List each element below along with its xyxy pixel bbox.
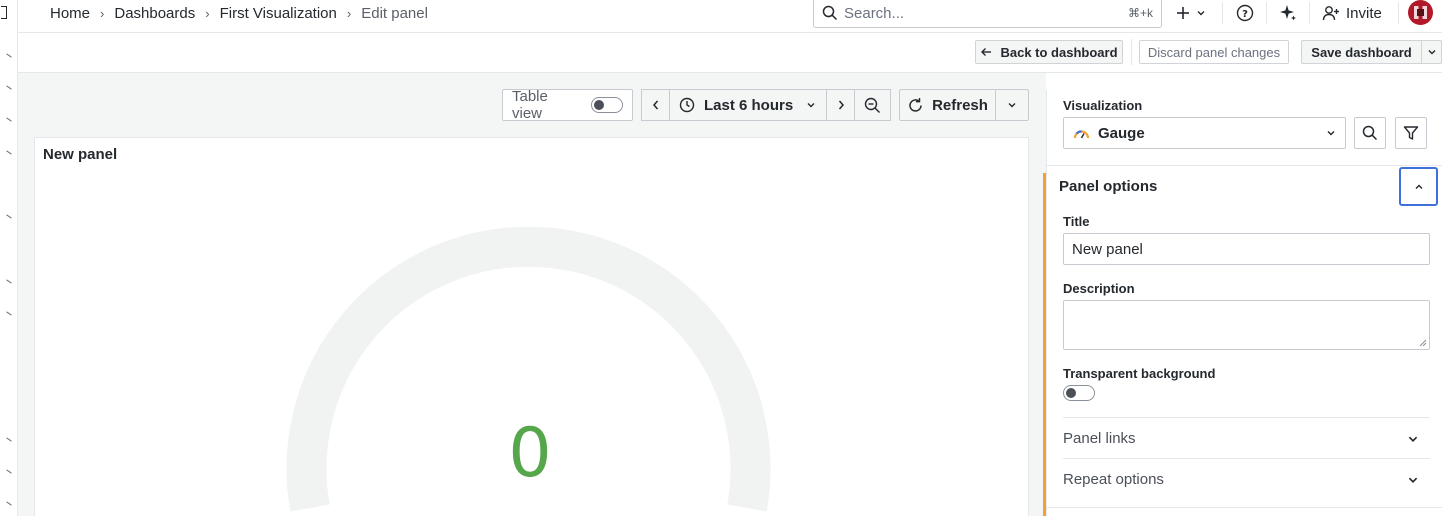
zoom-out-button[interactable]: [854, 89, 891, 121]
left-nav-rail: [0, 0, 18, 516]
time-range-picker[interactable]: Last 6 hours: [669, 89, 827, 121]
breadcrumb-separator-icon: ›: [100, 5, 105, 21]
time-shift-forward-button[interactable]: [826, 89, 855, 121]
nav-chevron-icon[interactable]: [6, 469, 12, 474]
options-pane: Visualization Gauge Panel options Title …: [1043, 90, 1442, 516]
breadcrumb-separator-icon: ›: [346, 5, 352, 21]
nav-chevron-icon[interactable]: [6, 501, 12, 506]
refresh-interval-dropdown[interactable]: [995, 89, 1029, 121]
plus-icon: [1177, 7, 1189, 19]
visualization-picker[interactable]: Gauge: [1063, 117, 1346, 149]
table-view-toggle[interactable]: Table view: [502, 88, 633, 122]
chevron-down-icon: [1428, 50, 1435, 55]
section-accent-bar: [1043, 173, 1046, 516]
transparent-background-switch[interactable]: [1063, 385, 1095, 401]
breadcrumb-separator-icon: ›: [205, 5, 210, 21]
nav-chevron-icon[interactable]: [6, 311, 12, 316]
visualization-value: Gauge: [1098, 124, 1145, 142]
nav-chevron-icon[interactable]: [6, 150, 12, 155]
chevron-down-icon: [1008, 103, 1016, 108]
breadcrumb-current: Edit panel: [361, 4, 428, 22]
panel-links-section[interactable]: Panel links: [1063, 430, 1136, 447]
discard-panel-changes-button[interactable]: Discard panel changes: [1139, 40, 1289, 64]
assistant-button[interactable]: [1278, 0, 1298, 26]
nav-chevron-icon[interactable]: [6, 53, 12, 58]
chevron-left-icon: [652, 100, 658, 110]
refresh-button[interactable]: Refresh: [899, 89, 996, 121]
edit-panel-toolbar: Back to dashboard Discard panel changes …: [18, 33, 1442, 73]
chevron-down-icon[interactable]: [1407, 433, 1419, 445]
chevron-down-icon: [807, 103, 815, 108]
chevron-right-icon: [838, 100, 844, 110]
gauge-value: 0: [508, 414, 552, 493]
help-icon: ?: [1236, 4, 1254, 22]
chevron-up-icon: [1415, 184, 1422, 189]
table-view-label: Table view: [512, 88, 548, 122]
nav-chevron-icon[interactable]: [6, 279, 12, 284]
panel-editor-area: Table view Last 6 hours Refresh New pane…: [18, 73, 1046, 516]
chevron-down-icon: [1197, 11, 1205, 16]
svg-text:?: ?: [1242, 9, 1248, 20]
filter-options-button[interactable]: [1395, 117, 1427, 149]
top-bar: Home › Dashboards › First Visualization …: [0, 0, 1442, 33]
nav-chevron-icon[interactable]: [6, 437, 12, 442]
nav-chevron-icon[interactable]: [6, 85, 12, 90]
breadcrumb-home[interactable]: Home: [50, 5, 90, 22]
zoom-out-icon: [864, 97, 880, 113]
search-shortcut: ⌘+k: [1127, 6, 1153, 20]
help-button[interactable]: ?: [1236, 0, 1254, 26]
resize-handle-icon[interactable]: [1419, 339, 1427, 347]
discard-panel-changes-label: Discard panel changes: [1147, 44, 1281, 60]
search-placeholder: Search...: [844, 4, 905, 22]
title-field[interactable]: New panel: [1063, 233, 1430, 265]
clock-icon: [679, 97, 695, 113]
time-range-label: Last 6 hours: [704, 96, 794, 114]
chevron-down-icon: [1327, 131, 1335, 136]
avatar[interactable]: [1408, 0, 1433, 25]
arrow-left-icon: [981, 48, 992, 56]
nav-chevron-icon[interactable]: [6, 117, 12, 122]
description-label: Description: [1063, 281, 1135, 296]
back-to-dashboard-label: Back to dashboard: [1000, 44, 1118, 60]
breadcrumb-dashboard[interactable]: First Visualization: [220, 5, 337, 22]
panel-preview[interactable]: New panel 0: [34, 137, 1029, 516]
new-menu-button[interactable]: [1176, 0, 1206, 26]
panel-options-collapse-button[interactable]: [1399, 167, 1438, 206]
save-dashboard-label: Save dashboard: [1311, 44, 1412, 60]
breadcrumb: Home › Dashboards › First Visualization …: [50, 4, 428, 22]
sparkle-icon: [1280, 5, 1296, 21]
table-view-switch[interactable]: [591, 97, 623, 113]
search-input[interactable]: Search... ⌘+k: [813, 0, 1162, 28]
refresh-label: Refresh: [932, 96, 988, 114]
time-shift-back-button[interactable]: [641, 89, 670, 121]
description-field[interactable]: [1063, 300, 1430, 350]
refresh-icon: [909, 97, 922, 112]
chevron-down-icon[interactable]: [1407, 474, 1419, 486]
back-to-dashboard-button[interactable]: Back to dashboard: [975, 40, 1123, 64]
filter-icon: [1403, 126, 1419, 140]
gauge-icon: [1073, 130, 1090, 139]
search-options-button[interactable]: [1354, 117, 1386, 149]
breadcrumb-dashboards[interactable]: Dashboards: [114, 5, 195, 22]
invite-label: Invite: [1346, 4, 1382, 22]
save-dashboard-button[interactable]: Save dashboard: [1301, 40, 1422, 64]
nav-chevron-icon[interactable]: [6, 214, 12, 219]
transparent-background-label: Transparent background: [1063, 366, 1216, 381]
save-options-dropdown[interactable]: [1421, 40, 1442, 64]
dock-menu-icon[interactable]: [1, 6, 7, 19]
visualization-label: Visualization: [1063, 98, 1143, 113]
add-user-icon: [1322, 6, 1339, 21]
title-label: Title: [1063, 214, 1090, 229]
title-field-value: New panel: [1072, 240, 1143, 258]
search-icon: [1362, 125, 1378, 141]
repeat-options-section[interactable]: Repeat options: [1063, 471, 1164, 488]
invite-button[interactable]: Invite: [1322, 2, 1382, 24]
panel-options-title[interactable]: Panel options: [1059, 178, 1157, 195]
search-icon: [822, 5, 838, 21]
